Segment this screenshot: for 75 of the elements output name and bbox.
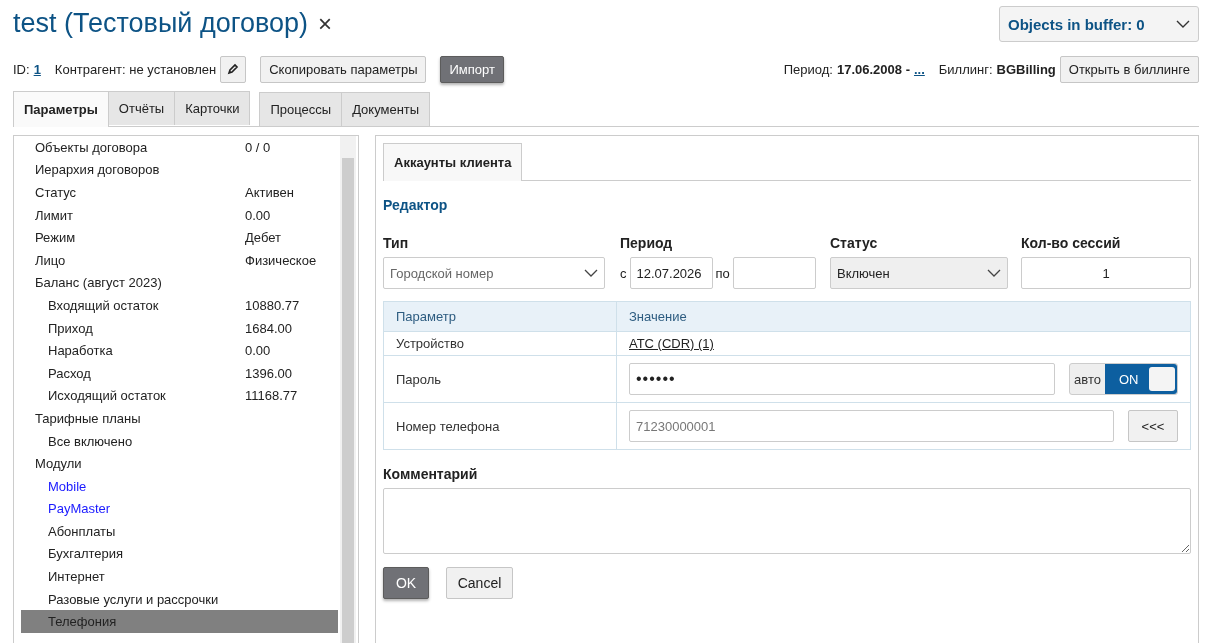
column-header: Параметр (383, 301, 617, 332)
period-link[interactable]: ... (913, 61, 925, 77)
tree-item[interactable]: Наработка 0.00 (21, 339, 338, 362)
tree-item[interactable]: Входящий остаток 10880.77 (21, 294, 338, 317)
editor-heading: Редактор (383, 197, 449, 213)
buffer-dropdown[interactable]: Objects in buffer: 0 (999, 6, 1199, 42)
copy-params-button[interactable]: Скопировать параметры (260, 55, 427, 83)
table-cell: Устройство (383, 331, 617, 356)
tab[interactable]: Процессы (259, 92, 343, 126)
id-label: ID: (13, 61, 30, 77)
comment-field[interactable] (383, 488, 1191, 554)
password-field[interactable]: •••••• (629, 363, 1056, 395)
cancel-button[interactable]: Cancel (446, 567, 513, 599)
scrollbar[interactable] (340, 136, 356, 643)
status-select[interactable]: Включен (830, 257, 1008, 289)
device-link[interactable]: АТС (CDR) (1) (629, 336, 714, 351)
tree-item[interactable]: Тарифные планы (21, 407, 338, 430)
comment-label: Комментарий (383, 466, 479, 482)
tree-item[interactable]: PayMaster (21, 497, 338, 521)
tree-item[interactable]: Лицо Физическое (21, 248, 338, 272)
tree-item[interactable]: Модули (21, 452, 338, 475)
tree-item[interactable]: Все включено (21, 429, 338, 453)
type-select[interactable]: Городской номер (383, 257, 605, 289)
contractor-text: Контрагент: не установлен (54, 61, 217, 77)
pencil-icon (227, 63, 240, 75)
chevron-icon (987, 269, 1001, 277)
tree-item[interactable]: Расход 1396.00 (21, 361, 338, 385)
tree-item[interactable]: Интернет (21, 565, 338, 588)
chevron-icon (584, 269, 598, 277)
phone-field[interactable]: 71230000001 (629, 410, 1114, 442)
tab[interactable]: Документы (341, 92, 431, 126)
id-link[interactable]: 1 (33, 61, 41, 77)
tree-item[interactable]: Абонплаты (21, 520, 338, 543)
tab[interactable]: Карточки (174, 91, 251, 125)
tree-item[interactable]: Разовые услуги и рассрочки (21, 587, 338, 611)
chevron-icon (1176, 20, 1190, 28)
fill-button[interactable]: <<< (1128, 410, 1178, 442)
tab[interactable]: Аккаунты клиента (383, 143, 523, 181)
tree-item[interactable]: Статус Активен (21, 181, 338, 204)
tree-item[interactable]: Объекты договора 0 / 0 (21, 136, 338, 159)
period-value: 17.06.2008 - (836, 61, 910, 77)
billing-label: Биллинг: (938, 61, 993, 77)
tree-item[interactable]: Телефония (21, 610, 338, 634)
column-header: Значение (616, 301, 1191, 332)
date-from-field[interactable]: 12.07.2026 (629, 257, 713, 289)
table-cell: Номер телефона (383, 402, 617, 450)
field-label: Тип (383, 235, 410, 251)
tree-item[interactable]: Лимит 0.00 (21, 203, 338, 227)
open-billing-button[interactable]: Открыть в биллинге (1059, 55, 1199, 83)
tree-item[interactable]: Бухгалтерия (21, 542, 338, 566)
edit-button[interactable] (220, 55, 247, 83)
import-button[interactable]: Импорт (440, 55, 504, 83)
date-to-field[interactable] (732, 257, 816, 289)
to-label: по (715, 265, 730, 281)
sessions-field[interactable]: 1 (1021, 257, 1191, 289)
tree-item[interactable]: Баланс (август 2023) (21, 271, 338, 295)
tree-item[interactable]: Иерархия договоров (21, 158, 338, 182)
tree-item[interactable]: Mobile (21, 474, 338, 498)
ok-button[interactable]: OK (383, 567, 429, 599)
table-cell: Пароль (383, 355, 617, 403)
from-label: с (620, 265, 627, 281)
page-title: test (Тестовый договор) (13, 8, 309, 39)
tree-item[interactable]: Приход 1684.00 (21, 316, 338, 340)
tree-item[interactable]: Режим Дебет (21, 226, 338, 249)
tab[interactable]: Отчёты (107, 91, 176, 125)
tree-item[interactable]: Исходящий остаток 11168.77 (21, 384, 338, 408)
tab[interactable]: Параметры (13, 91, 109, 127)
toggle-switch[interactable]: ON (1105, 364, 1177, 394)
field-label: Статус (830, 235, 879, 251)
field-label: Кол-во сессий (1021, 235, 1122, 251)
auto-label: авто (1074, 371, 1102, 387)
field-label: Период (620, 235, 674, 251)
period-label: Период: (783, 61, 833, 77)
close-icon[interactable]: × (318, 11, 333, 36)
billing-value: BGBilling (996, 61, 1056, 77)
